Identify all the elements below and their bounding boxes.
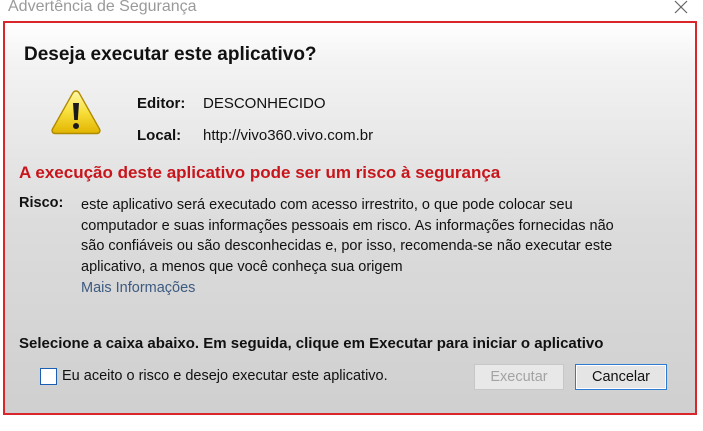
warning-icon <box>51 90 101 135</box>
instruction-text: Selecione a caixa abaixo. Em seguida, cl… <box>19 335 604 352</box>
close-icon <box>674 0 688 14</box>
location-label: Local: <box>137 127 182 144</box>
risk-line: este aplicativo será executado com acess… <box>81 197 573 213</box>
accept-risk-checkbox[interactable] <box>40 368 57 385</box>
cancel-button[interactable]: Cancelar <box>575 364 667 390</box>
risk-description: este aplicativo será executado com acess… <box>81 195 681 277</box>
risk-line: são confiáveis ou são desconhecidas e, p… <box>81 238 613 254</box>
more-info-link[interactable]: Mais Informações <box>81 280 195 296</box>
risk-line: computador e suas informações pessoais e… <box>81 217 614 234</box>
window-title: Advertência de Segurança <box>8 0 197 15</box>
risk-line: aplicativo, a menos que você conheça sua… <box>81 258 403 275</box>
close-button[interactable] <box>657 0 703 20</box>
title-bar: Advertência de Segurança <box>0 0 703 20</box>
publisher-label: Editor: <box>137 95 186 112</box>
risk-headline: A execução deste aplicativo pode ser um … <box>19 163 501 182</box>
accept-risk-label[interactable]: Eu aceito o risco e desejo executar este… <box>62 368 388 384</box>
location-value: http://vivo360.vivo.com.br <box>203 127 374 144</box>
dialog-heading: Deseja executar este aplicativo? <box>24 44 317 65</box>
risk-label: Risco: <box>19 195 64 211</box>
security-warning-window: Advertência de Segurança Deseja executar… <box>0 0 703 431</box>
run-button[interactable]: Executar <box>474 364 564 390</box>
publisher-value: DESCONHECIDO <box>203 95 326 112</box>
